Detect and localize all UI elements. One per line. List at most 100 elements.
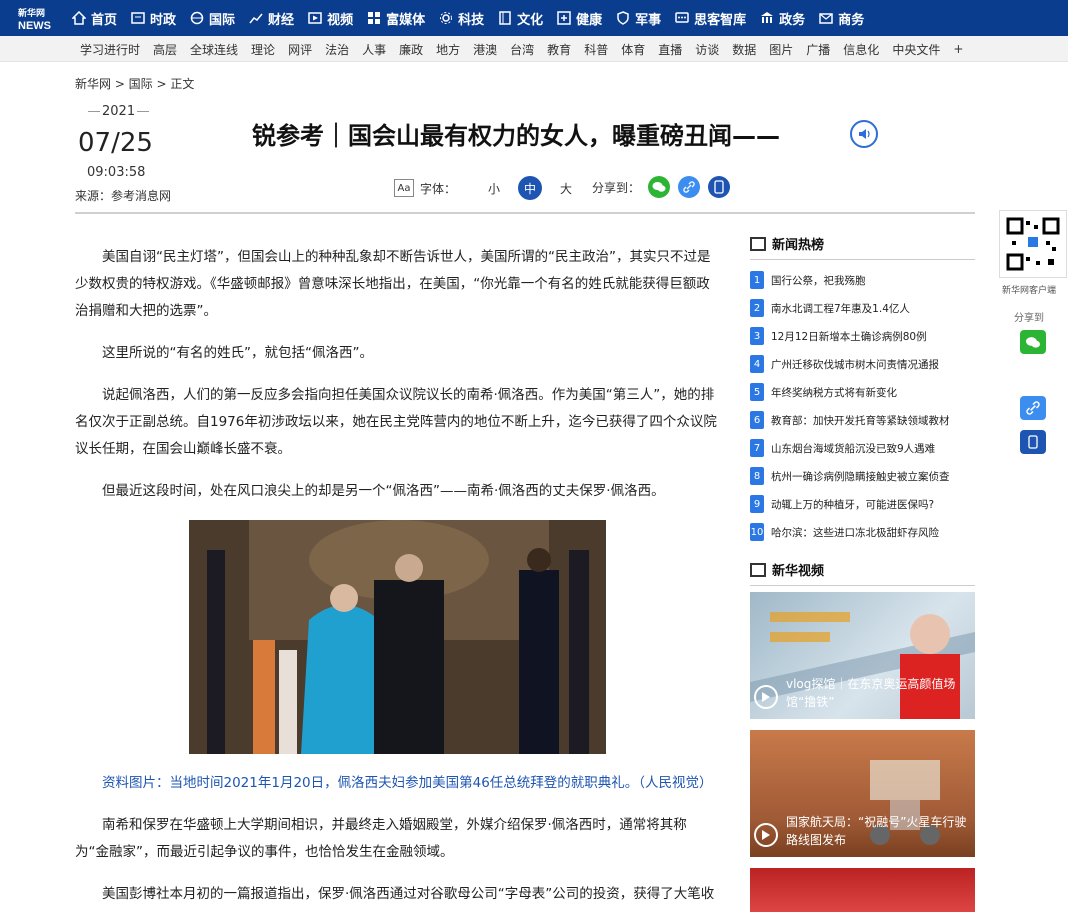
qr-code bbox=[999, 210, 1067, 278]
subnav-item[interactable]: 廉政 bbox=[399, 41, 423, 58]
nav-business[interactable]: 商务 bbox=[819, 0, 864, 36]
rank-badge: 4 bbox=[750, 355, 764, 373]
article-paragraph: 美国彭博社本月初的一篇报道指出，保罗·佩洛西通过对谷歌母公司“字母表”公司的投资… bbox=[102, 886, 715, 902]
home-icon bbox=[72, 11, 86, 25]
nav-home[interactable]: 首页 bbox=[72, 0, 117, 36]
subnav-item[interactable]: 法治 bbox=[325, 41, 349, 58]
video-caption: 国家航天局：“祝融号”火星车行驶路线图发布 bbox=[786, 815, 967, 847]
hot-news-item[interactable]: 2 南水北调工程7年惠及1.4亿人 bbox=[750, 294, 975, 322]
svg-text:新华网: 新华网 bbox=[18, 7, 45, 18]
breadcrumb[interactable]: 新华网 > 国际 > 正文 bbox=[75, 75, 194, 92]
hot-news-item[interactable]: 1 国行公祭，祀我殇胞 bbox=[750, 266, 975, 294]
video-header: 新华视频 bbox=[750, 560, 975, 586]
link-icon bbox=[683, 181, 695, 193]
video-card[interactable] bbox=[750, 868, 975, 912]
nav-politics[interactable]: 时政 bbox=[131, 0, 176, 36]
article-photo bbox=[189, 520, 606, 754]
svg-text:NEWS: NEWS bbox=[18, 20, 51, 32]
hot-news-text: 杭州一确诊病例隐瞒接触史被立案侦查 bbox=[771, 470, 950, 483]
subnav-item[interactable]: 理论 bbox=[251, 41, 275, 58]
link-share-icon[interactable] bbox=[678, 176, 701, 198]
nav-tech[interactable]: 科技 bbox=[439, 0, 484, 36]
hot-news-text: 年终奖纳税方式将有新变化 bbox=[771, 386, 897, 399]
float-mobile-icon[interactable] bbox=[1020, 430, 1046, 454]
hot-news-text: 山东烟台海域货船沉没已致9人遇难 bbox=[771, 442, 936, 455]
sidebar: 新闻热榜 1 国行公祭，祀我殇胞 2 南水北调工程7年惠及1.4亿人 3 12月12日新增… bbox=[750, 234, 975, 912]
video-caption: vlog探馆｜在东京奥运高颜值场馆“撸铁” bbox=[786, 677, 956, 709]
hot-news-item[interactable]: 3 12月12日新增本土确诊病例80例 bbox=[750, 322, 975, 350]
mail-icon bbox=[819, 13, 833, 24]
mobile-share-icon[interactable] bbox=[708, 176, 731, 198]
subnav-item[interactable]: 教育 bbox=[547, 41, 571, 58]
subnav-item[interactable]: 网评 bbox=[288, 41, 312, 58]
play-icon[interactable] bbox=[754, 685, 778, 709]
article-paragraph: 但最近这段时间，处在风口浪尖上的却是另一个“佩洛西”——南希·佩洛西的丈夫保罗·… bbox=[102, 483, 665, 499]
think-icon bbox=[675, 12, 689, 23]
subnav-item[interactable]: 学习进行时 bbox=[80, 41, 140, 58]
globe-icon bbox=[190, 11, 204, 25]
wechat-share-icon[interactable] bbox=[648, 176, 671, 198]
video-card[interactable]: vlog探馆｜在东京奥运高颜值场馆“撸铁” bbox=[750, 592, 975, 719]
subnav-item[interactable]: 全球连线 bbox=[190, 41, 238, 58]
chart-icon bbox=[249, 13, 263, 24]
subnav-item[interactable]: 体育 bbox=[621, 41, 645, 58]
speaker-icon bbox=[859, 129, 870, 139]
font-medium-button[interactable]: 中 bbox=[518, 176, 543, 200]
hot-news-item[interactable]: 9 动辄上万的种植牙，可能进医保吗? bbox=[750, 490, 975, 518]
subnav-item[interactable]: 高层 bbox=[153, 41, 177, 58]
subnav-item[interactable]: 地方 bbox=[436, 41, 460, 58]
nav-government[interactable]: 政务 bbox=[760, 0, 805, 36]
hot-news-item[interactable]: 7 山东烟台海域货船沉没已致9人遇难 bbox=[750, 434, 975, 462]
hot-news-header: 新闻热榜 bbox=[750, 234, 975, 260]
nav-international[interactable]: 国际 bbox=[190, 0, 235, 36]
play-icon[interactable] bbox=[754, 823, 778, 847]
qr-code-icon bbox=[1006, 217, 1060, 271]
subnav-item[interactable]: 信息化 bbox=[843, 41, 879, 58]
nav-health[interactable]: 健康 bbox=[557, 0, 602, 36]
section-icon bbox=[750, 562, 766, 577]
subnav-item[interactable]: 科普 bbox=[584, 41, 608, 58]
subnav-item[interactable]: + bbox=[953, 42, 963, 56]
hot-news-text: 教育部：加快开发托育等紧缺领域教材 bbox=[771, 414, 950, 427]
subnav-item[interactable]: 直播 bbox=[658, 41, 682, 58]
subnav-item[interactable]: 中央文件 bbox=[892, 41, 940, 58]
nav-video[interactable]: 视频 bbox=[308, 0, 353, 36]
qr-label: 新华网客户端 bbox=[1002, 286, 1057, 296]
article-paragraph: 南希和保罗在华盛顿上大学期间相识，并最终走入婚姻殿堂，外媒介绍保罗·佩洛西时，通… bbox=[75, 817, 687, 860]
sub-nav: 学习进行时 高层 全球连线 理论 网评 法治 人事 廉政 地方 港澳 台湾 教育 科普 体育 直播 访谈 数据图… bbox=[80, 36, 976, 62]
float-link-icon[interactable] bbox=[1020, 396, 1046, 420]
subnav-item[interactable]: 图片 bbox=[769, 41, 793, 58]
subnav-item[interactable]: 人事 bbox=[362, 41, 386, 58]
subnav-item[interactable]: 广播 bbox=[806, 41, 830, 58]
subnav-item[interactable]: 港澳 bbox=[473, 41, 497, 58]
hot-news-item[interactable]: 4 广州迁移砍伐城市树木问责情况通报 bbox=[750, 350, 975, 378]
media-icon bbox=[368, 12, 381, 24]
nav-culture[interactable]: 文化 bbox=[498, 0, 543, 36]
subnav-item[interactable]: 访谈 bbox=[695, 41, 719, 58]
hot-news-item[interactable]: 5 年终奖纳税方式将有新变化 bbox=[750, 378, 975, 406]
date-year: 2021 bbox=[86, 104, 151, 119]
book-icon bbox=[499, 11, 511, 25]
float-share-label: 分享到 bbox=[1014, 313, 1044, 324]
nav-finance[interactable]: 财经 bbox=[249, 0, 294, 36]
subnav-item[interactable]: 数据 bbox=[732, 41, 756, 58]
video-card[interactable]: 国家航天局：“祝融号”火星车行驶路线图发布 bbox=[750, 730, 975, 857]
article-source: 来源：参考消息网 bbox=[75, 189, 172, 203]
nav-think-tank[interactable]: 思客智库 bbox=[675, 0, 746, 36]
hot-news-item[interactable]: 10 哈尔滨：这些进口冻北极甜虾存风险 bbox=[750, 518, 975, 546]
phone-icon bbox=[714, 180, 724, 194]
gear-icon bbox=[440, 12, 453, 24]
photo-caption: 资料图片：当地时间2021年1月20日，佩洛西夫妇参加美国第46任总统拜登的就职… bbox=[102, 775, 713, 791]
nav-military[interactable]: 军事 bbox=[616, 0, 661, 36]
xinhua-logo[interactable]: 新华网 NEWS bbox=[14, 2, 66, 34]
subnav-item[interactable]: 台湾 bbox=[510, 41, 534, 58]
header-divider bbox=[75, 212, 975, 214]
date-day: 07/25 bbox=[78, 128, 153, 158]
audio-play-button[interactable] bbox=[850, 120, 878, 148]
hot-news-item[interactable]: 6 教育部：加快开发托育等紧缺领域教材 bbox=[750, 406, 975, 434]
font-small-button[interactable]: 小 bbox=[482, 176, 506, 200]
float-wechat-icon[interactable] bbox=[1020, 330, 1046, 354]
font-large-button[interactable]: 大 bbox=[554, 176, 578, 200]
nav-rich-media[interactable]: 富媒体 bbox=[367, 0, 425, 36]
hot-news-item[interactable]: 8 杭州一确诊病例隐瞒接触史被立案侦查 bbox=[750, 462, 975, 490]
